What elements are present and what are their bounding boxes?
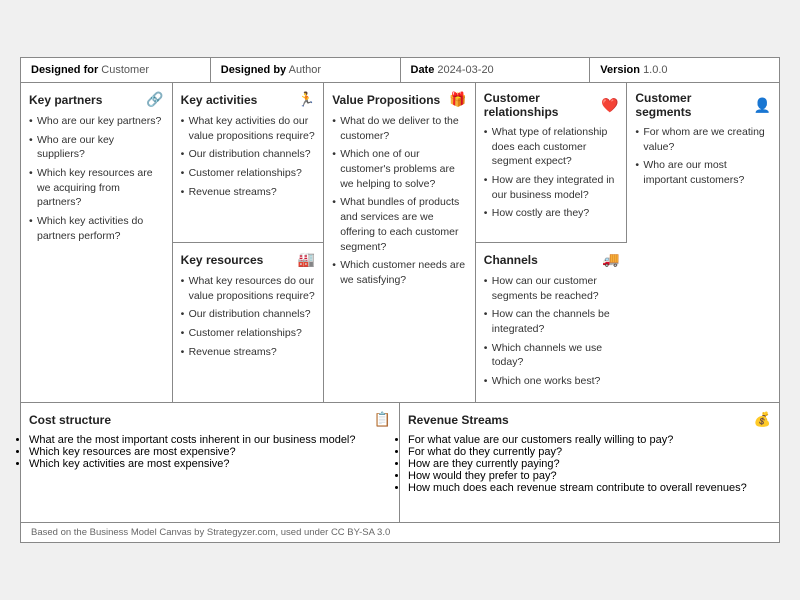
list-item: Which customer needs are we satisfying? bbox=[332, 258, 467, 287]
customer-segments-title: Customer segments 👤 bbox=[635, 91, 771, 119]
list-item: Who are our key partners? bbox=[29, 114, 164, 129]
value-propositions-list: What do we deliver to the customer? Whic… bbox=[332, 114, 467, 288]
list-item: Which one works best? bbox=[484, 374, 620, 389]
list-item: Revenue streams? bbox=[181, 185, 316, 200]
customer-segments-cell: Customer segments 👤 For whom are we crea… bbox=[627, 83, 779, 403]
designed-by-cell: Designed by Author bbox=[211, 58, 401, 82]
bottom-row: Cost structure 📋 What are the most impor… bbox=[21, 403, 779, 523]
key-partners-title: Key partners 🔗 bbox=[29, 91, 164, 108]
cost-structure-icon: 📋 bbox=[374, 411, 391, 428]
designed-for-value: Customer bbox=[101, 64, 149, 76]
list-item: Customer relationships? bbox=[181, 326, 316, 341]
channels-icon: 🚚 bbox=[602, 251, 619, 268]
list-item: Revenue streams? bbox=[181, 345, 316, 360]
channels-cell: Channels 🚚 How can our customer segments… bbox=[476, 243, 628, 403]
list-item: For whom are we creating value? bbox=[635, 125, 771, 154]
list-item: What type of relationship does each cust… bbox=[484, 125, 619, 169]
key-activities-list: What key activities do our value proposi… bbox=[181, 114, 316, 199]
list-item: Our distribution channels? bbox=[181, 307, 316, 322]
revenue-streams-icon: 💰 bbox=[754, 411, 771, 428]
list-item: How can our customer segments be reached… bbox=[484, 274, 620, 303]
revenue-streams-list: For what value are our customers really … bbox=[408, 434, 771, 494]
key-activities-icon: 🏃 bbox=[298, 91, 315, 108]
footer: Based on the Business Model Canvas by St… bbox=[21, 523, 779, 542]
cost-structure-list: What are the most important costs inhere… bbox=[29, 434, 391, 470]
key-activities-title: Key activities 🏃 bbox=[181, 91, 316, 108]
customer-segments-icon: 👤 bbox=[754, 97, 771, 114]
date-label: Date bbox=[411, 64, 435, 76]
header-row: Designed for Customer Designed by Author… bbox=[21, 58, 779, 83]
list-item: Which channels we use today? bbox=[484, 341, 620, 370]
list-item: Which key resources are most expensive? bbox=[29, 446, 391, 458]
main-grid: Key partners 🔗 Who are our key partners?… bbox=[21, 83, 779, 403]
version-label: Version bbox=[600, 64, 640, 76]
cost-structure-cell: Cost structure 📋 What are the most impor… bbox=[21, 403, 400, 523]
list-item: Our distribution channels? bbox=[181, 147, 316, 162]
list-item: Who are our most important customers? bbox=[635, 158, 771, 187]
date-cell: Date 2024-03-20 bbox=[401, 58, 591, 82]
list-item: How are they currently paying? bbox=[408, 458, 771, 470]
list-item: For what value are our customers really … bbox=[408, 434, 771, 446]
designed-for-label: Designed for bbox=[31, 64, 98, 76]
value-propositions-icon: 🎁 bbox=[449, 91, 466, 108]
value-propositions-title: Value Propositions 🎁 bbox=[332, 91, 467, 108]
key-partners-icon: 🔗 bbox=[146, 91, 163, 108]
value-propositions-cell: Value Propositions 🎁 What do we deliver … bbox=[324, 83, 476, 403]
list-item: What bundles of products and services ar… bbox=[332, 195, 467, 254]
revenue-streams-title: Revenue Streams 💰 bbox=[408, 411, 771, 428]
customer-relationships-title: Customer relationships ❤️ bbox=[484, 91, 619, 119]
list-item: How much does each revenue stream contri… bbox=[408, 482, 771, 494]
key-resources-cell: Key resources 🏭 What key resources do ou… bbox=[173, 243, 325, 403]
channels-title: Channels 🚚 bbox=[484, 251, 620, 268]
list-item: Which key activities are most expensive? bbox=[29, 458, 391, 470]
key-resources-list: What key resources do our value proposit… bbox=[181, 274, 316, 359]
list-item: Which key resources are we acquiring fro… bbox=[29, 166, 164, 210]
list-item: How costly are they? bbox=[484, 206, 619, 221]
key-resources-icon: 🏭 bbox=[298, 251, 315, 268]
customer-relationships-list: What type of relationship does each cust… bbox=[484, 125, 619, 221]
list-item: How are they integrated in our business … bbox=[484, 173, 619, 202]
customer-relationships-cell: Customer relationships ❤️ What type of r… bbox=[476, 83, 628, 243]
list-item: Which key activities do partners perform… bbox=[29, 214, 164, 243]
cost-structure-title: Cost structure 📋 bbox=[29, 411, 391, 428]
key-partners-list: Who are our key partners? Who are our ke… bbox=[29, 114, 164, 244]
list-item: How can the channels be integrated? bbox=[484, 307, 620, 336]
list-item: Who are our key suppliers? bbox=[29, 133, 164, 162]
list-item: What key activities do our value proposi… bbox=[181, 114, 316, 143]
customer-segments-list: For whom are we creating value? Who are … bbox=[635, 125, 771, 188]
list-item: What do we deliver to the customer? bbox=[332, 114, 467, 143]
revenue-streams-cell: Revenue Streams 💰 For what value are our… bbox=[400, 403, 779, 523]
list-item: What key resources do our value proposit… bbox=[181, 274, 316, 303]
version-value: 1.0.0 bbox=[643, 64, 667, 76]
designed-for-cell: Designed for Customer bbox=[21, 58, 211, 82]
list-item: Which one of our customer's problems are… bbox=[332, 147, 467, 191]
version-cell: Version 1.0.0 bbox=[590, 58, 779, 82]
designed-by-value: Author bbox=[289, 64, 321, 76]
customer-relationships-icon: ❤️ bbox=[601, 97, 618, 114]
business-model-canvas: Designed for Customer Designed by Author… bbox=[20, 57, 780, 543]
designed-by-label: Designed by bbox=[221, 64, 286, 76]
key-partners-cell: Key partners 🔗 Who are our key partners?… bbox=[21, 83, 173, 403]
key-resources-title: Key resources 🏭 bbox=[181, 251, 316, 268]
date-value: 2024-03-20 bbox=[437, 64, 493, 76]
key-activities-cell: Key activities 🏃 What key activities do … bbox=[173, 83, 325, 243]
channels-list: How can our customer segments be reached… bbox=[484, 274, 620, 389]
list-item: Customer relationships? bbox=[181, 166, 316, 181]
list-item: What are the most important costs inhere… bbox=[29, 434, 391, 446]
footer-text: Based on the Business Model Canvas by St… bbox=[31, 527, 390, 538]
list-item: For what do they currently pay? bbox=[408, 446, 771, 458]
list-item: How would they prefer to pay? bbox=[408, 470, 771, 482]
